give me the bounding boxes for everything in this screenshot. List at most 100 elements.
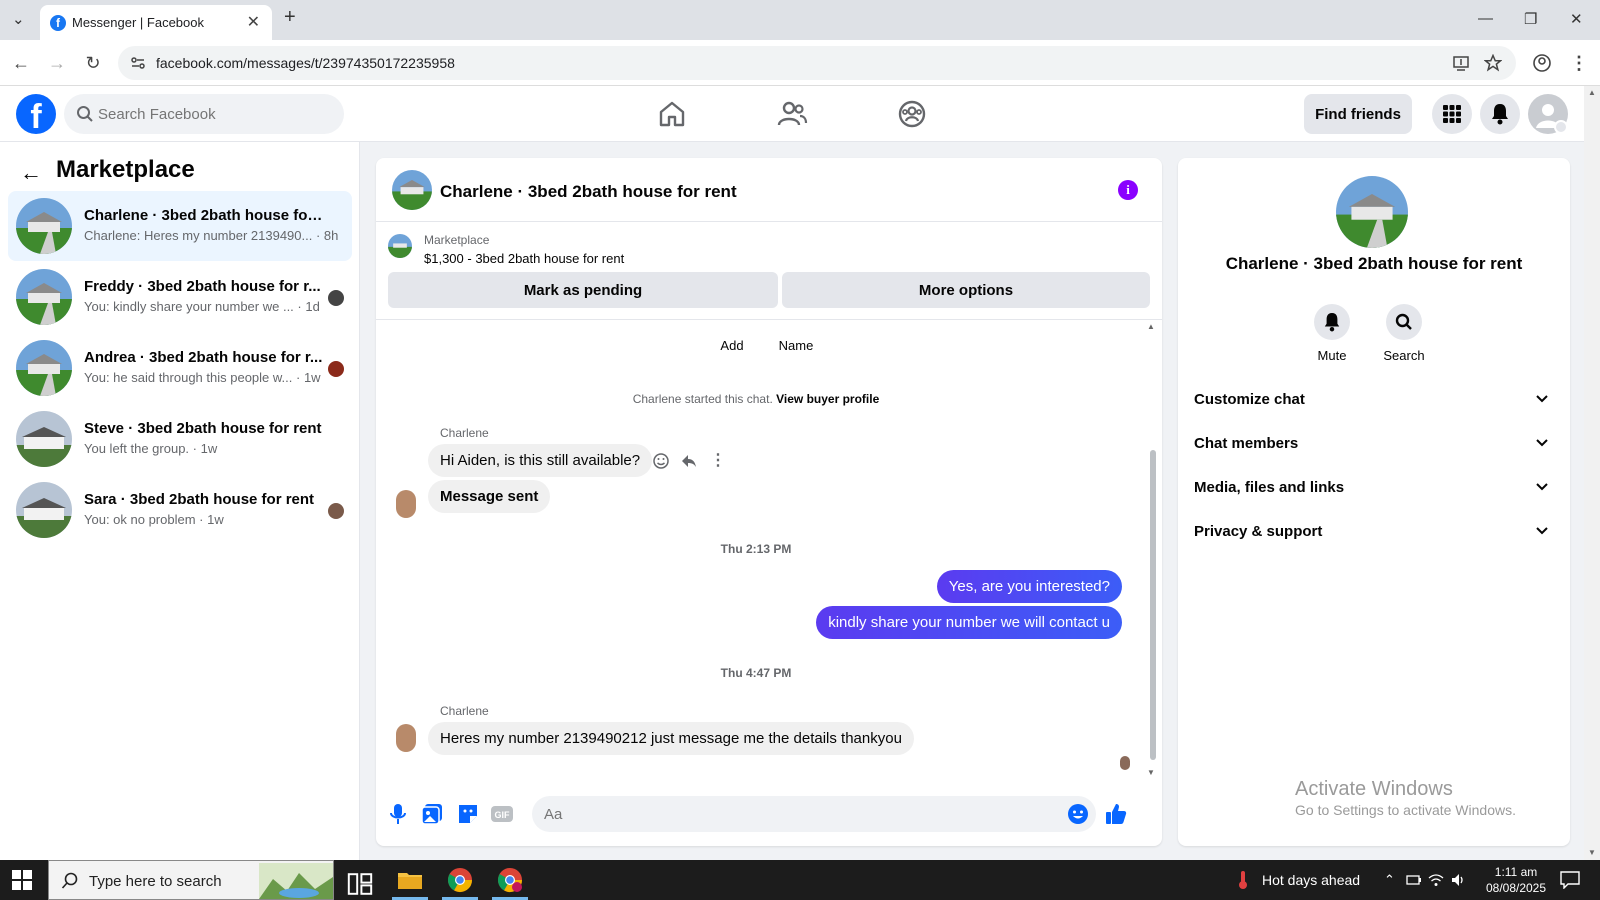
conversation-item-charlene[interactable]: Charlene · 3bed 2bath house for r... Cha… [8, 191, 352, 261]
site-settings-icon[interactable] [130, 55, 146, 71]
account-avatar[interactable] [1528, 94, 1568, 134]
message-list: Add Name Charlene started this chat. Vie… [376, 320, 1162, 782]
chrome-icon[interactable] [446, 866, 474, 894]
file-explorer-icon[interactable] [396, 866, 424, 894]
sticker-icon[interactable] [456, 802, 480, 826]
mark-as-pending-button[interactable]: Mark as pending [388, 272, 778, 308]
notification-center-icon[interactable] [1560, 871, 1580, 889]
close-tab-icon[interactable]: ✕ [247, 12, 260, 32]
restore-icon[interactable]: ❐ [1524, 10, 1537, 28]
photo-icon[interactable] [420, 802, 444, 826]
volume-icon[interactable] [1450, 872, 1466, 888]
chat-started-line: Charlene started this chat. View buyer p… [376, 392, 1136, 406]
privacy-support-row[interactable]: Privacy & support [1186, 510, 1562, 554]
clock-date: 08/08/2025 [1485, 881, 1547, 895]
scrollbar-thumb[interactable] [1150, 450, 1156, 760]
back-arrow-icon[interactable]: ← [10, 52, 32, 74]
menu-button[interactable] [1432, 94, 1472, 134]
forward-arrow-icon[interactable]: → [46, 52, 68, 74]
message-input[interactable] [532, 796, 1096, 832]
listing-thumbnail[interactable] [388, 234, 412, 258]
notifications-button[interactable] [1480, 94, 1520, 134]
outgoing-message[interactable]: kindly share your number we will contact… [816, 606, 1122, 639]
reload-icon[interactable]: ↻ [82, 52, 104, 74]
taskbar-search[interactable]: Type here to search [48, 860, 334, 900]
scroll-up-icon[interactable]: ▲ [1147, 322, 1155, 331]
section-label: Chat members [1194, 435, 1299, 452]
profile-icon[interactable] [1532, 53, 1552, 73]
weather-text[interactable]: Hot days ahead [1262, 872, 1360, 888]
browser-menu-icon[interactable]: ⋮ [1568, 52, 1590, 74]
search-highlight-illustration-icon [259, 863, 333, 899]
seen-avatar [328, 361, 344, 377]
mute-button[interactable]: Mute [1296, 304, 1368, 363]
chat-avatar[interactable] [392, 170, 432, 210]
details-avatar[interactable] [1336, 176, 1408, 248]
new-tab-plus-icon[interactable]: + [284, 6, 296, 29]
friends-icon[interactable] [776, 98, 808, 130]
taskbar-clock[interactable]: 1:11 am 08/08/2025 [1478, 864, 1554, 896]
conversation-item-steve[interactable]: Steve · 3bed 2bath house for rent You le… [8, 404, 352, 474]
url-field[interactable]: facebook.com/messages/t/2397435017223595… [118, 46, 1516, 80]
add-action-label[interactable]: Add [702, 338, 762, 353]
message-scrollbar[interactable]: ▲ ▼ [1147, 320, 1156, 782]
info-icon[interactable]: i [1118, 180, 1138, 200]
minimize-icon[interactable]: — [1478, 10, 1493, 27]
wifi-icon[interactable] [1428, 872, 1444, 888]
customize-chat-row[interactable]: Customize chat [1186, 378, 1562, 422]
sender-avatar[interactable] [396, 724, 416, 752]
reply-icon[interactable] [680, 452, 698, 470]
scroll-down-icon[interactable]: ▼ [1147, 768, 1155, 777]
chat-started-text: Charlene started this chat. [632, 392, 773, 406]
more-options-button[interactable]: More options [782, 272, 1150, 308]
tab-list-chevron-icon[interactable]: ⌄ [12, 10, 25, 28]
more-icon[interactable]: ⋮ [710, 450, 726, 470]
incoming-message[interactable]: Hi Aiden, is this still available? [428, 444, 653, 477]
search-in-chat-button[interactable]: Search [1368, 304, 1440, 363]
facebook-search[interactable] [64, 94, 344, 134]
chrome-profile-icon[interactable] [496, 866, 524, 894]
close-window-icon[interactable]: ✕ [1570, 10, 1583, 28]
home-icon[interactable] [656, 98, 688, 130]
windows-start-icon[interactable] [12, 870, 32, 890]
page-scrollbar[interactable]: ▲ ▼ [1584, 86, 1600, 860]
listing-title[interactable]: $1,300 - 3bed 2bath house for rent [424, 251, 624, 266]
name-action-label[interactable]: Name [766, 338, 826, 353]
facebook-logo-icon[interactable]: f [16, 94, 56, 134]
back-arrow-icon[interactable]: ← [20, 160, 42, 186]
conversation-item-sara[interactable]: Sara · 3bed 2bath house for rent You: ok… [8, 475, 352, 545]
conversation-sidebar: ← Marketplace Charlene · 3bed 2bath hous… [0, 142, 360, 860]
chat-title[interactable]: Charlene · 3bed 2bath house for rent [440, 182, 737, 202]
bookmark-star-icon[interactable] [1484, 54, 1502, 72]
install-app-icon[interactable] [1452, 54, 1470, 72]
conversation-item-andrea[interactable]: Andrea · 3bed 2bath house for r... You: … [8, 333, 352, 403]
outgoing-message[interactable]: Yes, are you interested? [936, 570, 1122, 603]
task-view-icon[interactable] [346, 870, 374, 898]
scroll-down-icon[interactable]: ▼ [1588, 848, 1596, 857]
battery-icon[interactable] [1406, 872, 1422, 888]
incoming-message[interactable]: Heres my number 2139490212 just message … [428, 722, 914, 755]
media-files-links-row[interactable]: Media, files and links [1186, 466, 1562, 510]
view-buyer-profile-link[interactable]: View buyer profile [776, 392, 879, 406]
conversation-item-freddy[interactable]: Freddy · 3bed 2bath house for r... You: … [8, 262, 352, 332]
emoji-icon[interactable] [1066, 802, 1090, 826]
groups-icon[interactable] [896, 98, 928, 130]
tab-title: Messenger | Facebook [72, 15, 204, 30]
sender-avatar[interactable] [396, 490, 416, 518]
browser-tab[interactable]: f Messenger | Facebook ✕ [40, 5, 272, 40]
find-friends-button[interactable]: Find friends [1304, 94, 1412, 134]
thermometer-icon[interactable] [1236, 870, 1250, 890]
chat-members-row[interactable]: Chat members [1186, 422, 1562, 466]
show-hidden-icons-chevron-icon[interactable]: ⌃ [1384, 872, 1400, 888]
message-composer: GIF [376, 782, 1162, 846]
microphone-icon[interactable] [386, 802, 410, 826]
search-label: Search [1383, 348, 1425, 363]
thumbs-up-icon[interactable] [1104, 802, 1128, 826]
scroll-up-icon[interactable]: ▲ [1588, 88, 1596, 97]
search-input[interactable] [98, 94, 328, 134]
incoming-message[interactable]: Message sent [428, 480, 551, 513]
gif-icon[interactable]: GIF [490, 802, 514, 826]
house-avatar [16, 269, 72, 325]
sender-name: Charlene [440, 704, 489, 718]
react-smiley-icon[interactable] [652, 452, 670, 470]
